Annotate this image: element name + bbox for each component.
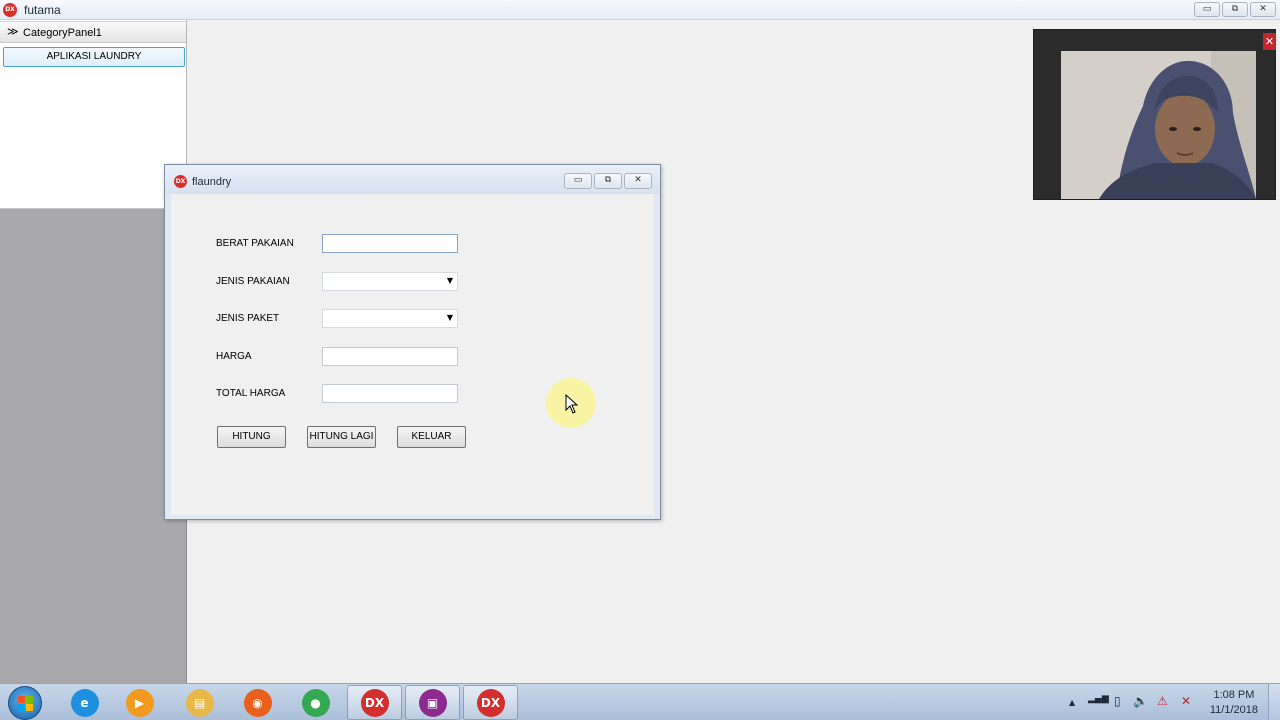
internet-explorer-icon: e [70, 688, 99, 717]
webcam-overlay: ✕ [1033, 29, 1276, 200]
taskbar-firefox-button[interactable]: ◉ [230, 685, 285, 720]
harga-input[interactable] [322, 347, 458, 366]
start-button[interactable] [8, 686, 42, 720]
dialog-close-button[interactable]: ✕ [624, 173, 652, 189]
system-clock[interactable]: 1:08 PM 11/1/2018 [1210, 688, 1258, 718]
jenis-paket-label: JENIS PAKET [216, 313, 280, 324]
webcam-close-icon[interactable]: ✕ [1263, 33, 1276, 50]
dialog-window-controls: ▭ ⧉ ✕ [564, 173, 652, 189]
category-panel-group: ≫ CategoryPanel1 APLIKASI LAUNDRY [0, 20, 187, 683]
minimize-button[interactable]: ▭ [1194, 2, 1220, 17]
clock-time: 1:08 PM [1213, 689, 1255, 701]
delphi-ide-icon: DX [360, 688, 389, 717]
keluar-button[interactable]: KELUAR [397, 426, 466, 448]
taskbar-screen-recorder-button[interactable]: ▣ [405, 685, 460, 720]
taskbar-delphi-ide-button[interactable]: DX [347, 685, 402, 720]
clock-date: 11/1/2018 [1209, 704, 1258, 716]
close-button[interactable]: ✕ [1250, 2, 1276, 17]
webcam-person-image [1061, 51, 1256, 199]
firefox-icon: ◉ [243, 688, 272, 717]
category-panel-header[interactable]: ≫ CategoryPanel1 [0, 21, 186, 43]
dialog-titlebar: DX flaundry ▭ ⧉ ✕ [165, 165, 660, 194]
dropdown-arrow-icon[interactable]: ▼ [447, 276, 453, 285]
dialog-title: flaundry [192, 176, 232, 188]
network-status-icon[interactable]: ✕ [1181, 694, 1191, 708]
battery-icon[interactable]: ▯ [1114, 694, 1121, 708]
file-explorer-icon: ▤ [185, 688, 214, 717]
main-window-titlebar: DX futama ▭ ⧉ ✕ [0, 0, 1280, 20]
webcam-video [1061, 51, 1256, 199]
harga-label: HARGA [216, 351, 252, 362]
collapse-chevron-icon[interactable]: ≫ [7, 25, 19, 38]
delphi-app-icon: DX [476, 688, 505, 717]
category-panel: ≫ CategoryPanel1 APLIKASI LAUNDRY [0, 20, 187, 209]
taskbar-file-explorer-button[interactable]: ▤ [172, 685, 227, 720]
taskbar-chrome-button[interactable]: ● [288, 685, 343, 720]
signal-icon[interactable]: ▂▄▆ [1088, 694, 1109, 704]
chrome-icon: ● [301, 688, 330, 717]
dropdown-arrow-icon[interactable]: ▼ [447, 313, 453, 322]
volume-icon[interactable]: 🔈 [1133, 694, 1148, 708]
jenis-pakaian-label: JENIS PAKAIAN [216, 276, 290, 287]
adobe-update-icon[interactable]: ⚠ [1157, 694, 1168, 708]
berat-pakaian-label: BERAT PAKAIAN [216, 238, 294, 249]
taskbar-internet-explorer-button[interactable]: e [57, 685, 112, 720]
show-desktop-button[interactable] [1268, 684, 1280, 720]
taskbar-media-player-button[interactable]: ▶ [112, 685, 167, 720]
total-harga-label: TOTAL HARGA [216, 388, 286, 399]
jenis-paket-select[interactable]: ▼ [322, 309, 458, 328]
hitung-button[interactable]: HITUNG [217, 426, 286, 448]
screen-recorder-icon: ▣ [418, 688, 447, 717]
dialog-app-icon: DX [174, 175, 187, 188]
show-hidden-icons-icon[interactable]: ▲ [1069, 698, 1075, 707]
mouse-cursor-icon [565, 394, 579, 414]
category-panel-title: CategoryPanel1 [23, 27, 102, 39]
berat-pakaian-input[interactable] [322, 234, 458, 253]
main-window-title: futama [24, 3, 61, 17]
media-player-icon: ▶ [125, 688, 154, 717]
jenis-pakaian-select[interactable]: ▼ [322, 272, 458, 291]
flaundry-dialog: DX flaundry ▭ ⧉ ✕ BERAT PAKAIAN JENIS PA… [164, 164, 661, 520]
category-item-aplikasi-laundry[interactable]: APLIKASI LAUNDRY [3, 47, 185, 67]
total-harga-input[interactable] [322, 384, 458, 403]
dialog-maximize-button[interactable]: ⧉ [594, 173, 622, 189]
windows-logo-icon [18, 696, 33, 711]
dialog-minimize-button[interactable]: ▭ [564, 173, 592, 189]
taskbar-delphi-app-button[interactable]: DX [463, 685, 518, 720]
hitung-lagi-button[interactable]: HITUNG LAGI [307, 426, 376, 448]
restore-button[interactable]: ⧉ [1222, 2, 1248, 17]
taskbar: e ▶ ▤ ◉ ● DX ▣ DX ▲ ▂▄▆ ▯ 🔈 ⚠ ✕ 1:08 PM 11/1/20… [0, 683, 1280, 720]
app-logo-icon: DX [3, 3, 17, 17]
dialog-form: BERAT PAKAIAN JENIS PAKAIAN ▼ JENIS PAKE… [171, 194, 654, 515]
main-window-controls: ▭ ⧉ ✕ [1194, 2, 1276, 17]
